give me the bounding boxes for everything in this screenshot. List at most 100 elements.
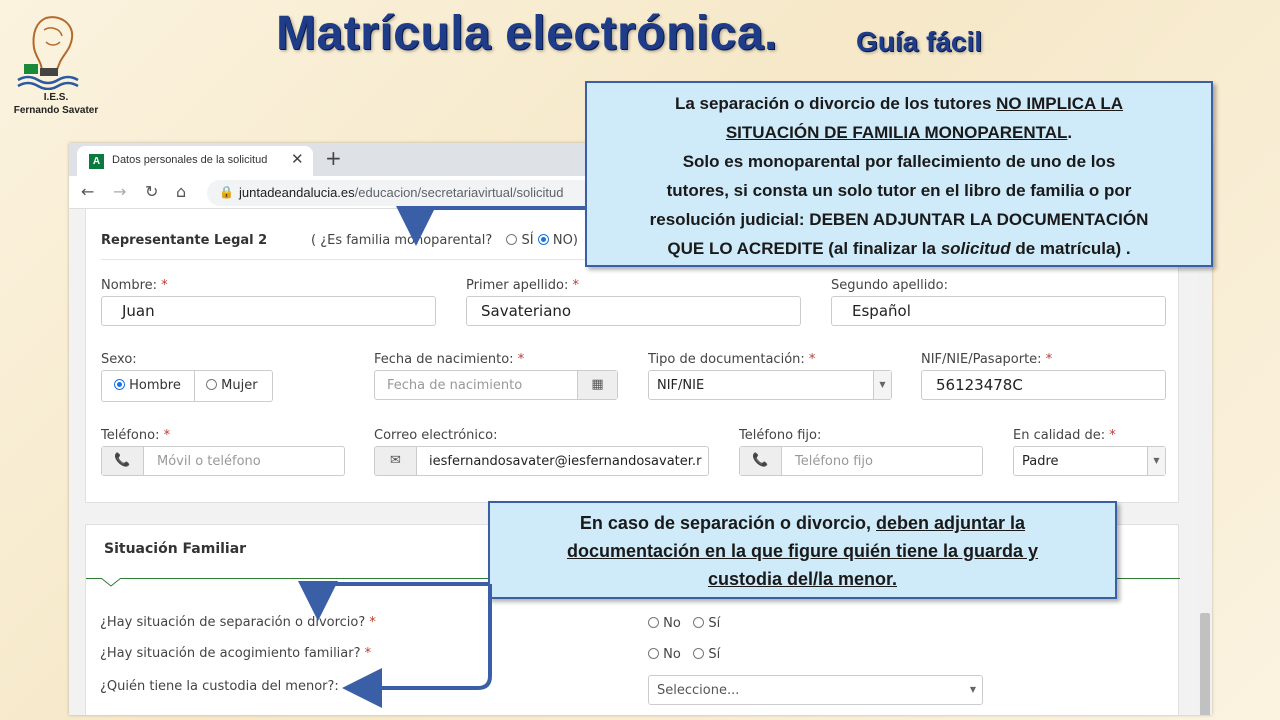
tipo-documentacion-label: Tipo de documentación: * bbox=[648, 352, 816, 367]
correo-value: iesfernandosavater@iesfernandosavater.r bbox=[429, 454, 702, 469]
url-host: juntadeandalucia.es bbox=[239, 185, 355, 200]
telefono-fijo-placeholder: Teléfono fijo bbox=[795, 454, 873, 469]
nif-value: 56123478C bbox=[936, 376, 1023, 394]
acogimiento-no-radio[interactable] bbox=[648, 648, 659, 659]
mail-icon: ✉ bbox=[375, 447, 417, 475]
close-icon[interactable]: ✕ bbox=[291, 150, 304, 168]
calendar-icon[interactable]: ▦ bbox=[577, 371, 617, 399]
telefono-input[interactable]: 📞 Móvil o teléfono bbox=[101, 446, 345, 476]
back-arrow-icon[interactable]: ← bbox=[81, 182, 94, 201]
fecha-placeholder: Fecha de nacimiento bbox=[387, 378, 523, 393]
callout1-line6: QUE LO ACREDITE (al finalizar la solicit… bbox=[667, 239, 1131, 258]
sexo-radio-group: Hombre Mujer bbox=[101, 370, 273, 402]
sexo-label: Sexo: bbox=[101, 352, 137, 367]
acogimiento-options: No Sí bbox=[648, 647, 720, 662]
tipo-documentacion-select[interactable]: NIF/NIE ▼ bbox=[648, 370, 892, 400]
monoparental-no-radio[interactable] bbox=[537, 234, 549, 245]
segundo-apellido-label: Segundo apellido: bbox=[831, 278, 948, 293]
separacion-question: ¿Hay situación de separación o divorcio?… bbox=[100, 615, 376, 630]
sexo-hombre-option[interactable]: Hombre bbox=[114, 371, 181, 401]
monoparental-callout: La separación o divorcio de los tutores … bbox=[585, 81, 1213, 267]
chevron-down-icon[interactable]: ▼ bbox=[1147, 447, 1165, 475]
callout2-line2: documentación en la que figure quién tie… bbox=[566, 541, 1039, 561]
section-notch-icon bbox=[100, 578, 122, 587]
nombre-input[interactable]: Juan bbox=[101, 296, 436, 326]
school-logo: I.E.S. Fernando Savater bbox=[6, 12, 98, 118]
custodia-placeholder: Seleccione... bbox=[657, 683, 740, 698]
page-subtitle: Guía fácil bbox=[856, 26, 983, 57]
acogimiento-question: ¿Hay situación de acogimiento familiar? … bbox=[100, 646, 372, 661]
monoparental-si-label: SÍ bbox=[521, 233, 534, 248]
telefono-placeholder: Móvil o teléfono bbox=[157, 454, 261, 469]
separacion-no-label: No bbox=[663, 616, 681, 631]
chevron-down-icon[interactable]: ▼ bbox=[873, 371, 891, 399]
sexo-hombre-radio[interactable] bbox=[114, 379, 125, 390]
segundo-apellido-value: Español bbox=[852, 302, 911, 320]
separacion-si-radio[interactable] bbox=[693, 617, 705, 628]
new-tab-icon[interactable]: + bbox=[325, 146, 342, 170]
primer-apellido-value: Savateriano bbox=[481, 302, 572, 320]
separacion-options: No Sí bbox=[648, 616, 720, 631]
logo-text-line2: Fernando Savater bbox=[13, 105, 99, 116]
en-calidad-select[interactable]: Padre ▼ bbox=[1013, 446, 1166, 476]
situacion-section-title: Situación Familiar bbox=[104, 541, 247, 557]
fecha-nacimiento-input[interactable]: Fecha de nacimiento ▦ bbox=[374, 370, 618, 400]
phone-icon: 📞 bbox=[102, 447, 144, 475]
junta-favicon-icon: A bbox=[89, 154, 104, 169]
nif-label: NIF/NIE/Pasaporte: * bbox=[921, 352, 1053, 367]
custodia-select[interactable]: Seleccione... ▼ bbox=[648, 675, 983, 705]
monoparental-no-label: NO) bbox=[552, 233, 578, 248]
lock-icon[interactable]: 🔒 bbox=[219, 185, 234, 199]
correo-input[interactable]: ✉ iesfernandosavater@iesfernandosavater.… bbox=[374, 446, 709, 476]
home-icon[interactable]: ⌂ bbox=[176, 182, 186, 201]
url-path: /educacion/secretariavirtual/solicitud bbox=[354, 185, 564, 200]
sexo-mujer-radio[interactable] bbox=[206, 379, 217, 390]
browser-tab[interactable]: A Datos personales de la solicitud ✕ bbox=[77, 146, 313, 176]
callout1-line4: tutores, si consta un solo tutor en el l… bbox=[666, 181, 1132, 200]
acogimiento-no-label: No bbox=[663, 647, 681, 662]
separacion-si-label: Sí bbox=[708, 616, 721, 631]
divider bbox=[194, 371, 195, 401]
sexo-mujer-option[interactable]: Mujer bbox=[206, 371, 258, 401]
en-calidad-value: Padre bbox=[1022, 454, 1059, 469]
url-text: juntadeandalucia.es/educacion/secretaria… bbox=[239, 185, 563, 200]
tab-title: Datos personales de la solicitud bbox=[112, 154, 268, 166]
callout1-line3: Solo es monoparental por fallecimiento d… bbox=[682, 152, 1116, 171]
acogimiento-si-radio[interactable] bbox=[693, 648, 705, 659]
segundo-apellido-input[interactable]: Español bbox=[831, 296, 1166, 326]
correo-label: Correo electrónico: bbox=[374, 428, 498, 443]
chevron-down-icon[interactable]: ▼ bbox=[964, 676, 982, 704]
en-calidad-label: En calidad de: * bbox=[1013, 428, 1116, 443]
phone-icon: 📞 bbox=[740, 447, 782, 475]
callout2-line3: custodia del/la menor. bbox=[707, 569, 898, 589]
telefono-fijo-input[interactable]: 📞 Teléfono fijo bbox=[739, 446, 983, 476]
telefono-fijo-label: Teléfono fijo: bbox=[739, 428, 822, 443]
callout2-line1: En caso de separación o divorcio, deben … bbox=[579, 513, 1026, 533]
separacion-no-radio[interactable] bbox=[648, 617, 659, 628]
nif-input[interactable]: 56123478C bbox=[921, 370, 1166, 400]
nombre-value: Juan bbox=[122, 302, 155, 320]
representante-section-title: Representante Legal 2 bbox=[101, 233, 268, 248]
separacion-callout: En caso de separación o divorcio, deben … bbox=[488, 501, 1117, 599]
tipo-documentacion-value: NIF/NIE bbox=[657, 378, 705, 393]
page-scrollbar[interactable] bbox=[1198, 209, 1212, 715]
primer-apellido-label: Primer apellido: * bbox=[466, 278, 579, 293]
nombre-label: Nombre: * bbox=[101, 278, 168, 293]
sexo-mujer-label: Mujer bbox=[221, 378, 258, 393]
telefono-label: Teléfono: * bbox=[101, 428, 171, 443]
logo-text-line1: I.E.S. bbox=[43, 92, 69, 103]
callout1-line5: resolución judicial: DEBEN ADJUNTAR LA D… bbox=[649, 210, 1149, 229]
sexo-hombre-label: Hombre bbox=[129, 378, 181, 393]
acogimiento-si-label: Sí bbox=[708, 647, 721, 662]
primer-apellido-input[interactable]: Savateriano bbox=[466, 296, 801, 326]
page-title: Matrícula electrónica. bbox=[276, 7, 778, 60]
forward-arrow-icon[interactable]: → bbox=[113, 182, 126, 201]
custodia-question: ¿Quién tiene la custodia del menor?: bbox=[100, 679, 339, 694]
monoparental-question-text: ( ¿Es familia monoparental? bbox=[311, 233, 493, 248]
callout1-line1: La separación o divorcio de los tutores … bbox=[674, 94, 1124, 113]
callout1-line2: SITUACIÓN DE FAMILIA MONOPARENTAL. bbox=[725, 123, 1073, 142]
monoparental-si-radio[interactable] bbox=[506, 234, 518, 245]
fecha-nacimiento-label: Fecha de nacimiento: * bbox=[374, 352, 525, 367]
scrollbar-thumb[interactable] bbox=[1200, 613, 1210, 715]
reload-icon[interactable]: ↻ bbox=[145, 182, 158, 201]
